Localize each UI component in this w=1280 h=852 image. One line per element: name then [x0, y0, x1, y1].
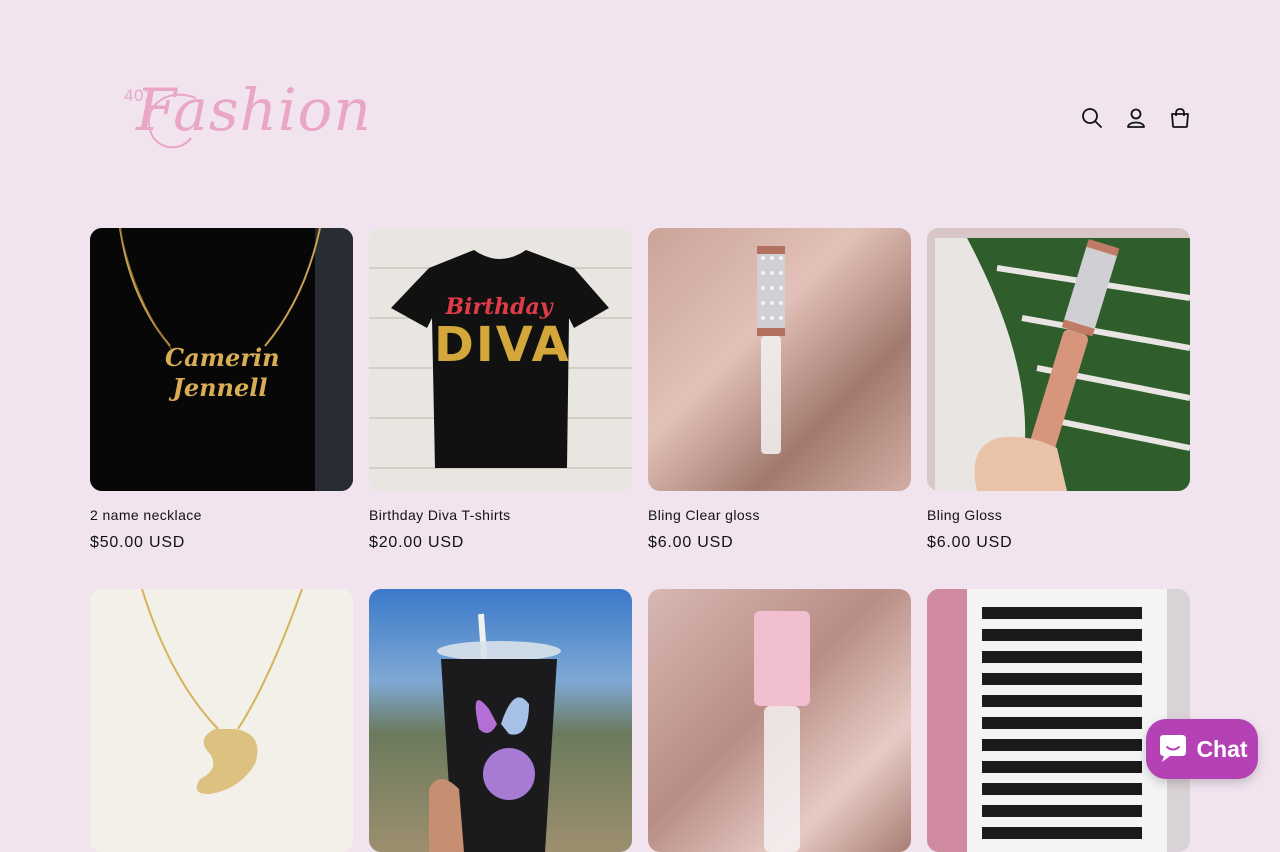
product-card[interactable]: Bling Clear gloss $6.00 USD — [648, 228, 911, 551]
product-title[interactable]: Bling Clear gloss — [648, 507, 760, 523]
product-image[interactable]: Camerin Jennell — [90, 228, 353, 491]
product-title[interactable]: Bling Gloss — [927, 507, 1002, 523]
product-image[interactable] — [90, 589, 353, 852]
site-header: 401 Fashion — [0, 0, 1280, 228]
brand-logo[interactable]: 401 Fashion — [122, 68, 371, 160]
product-card[interactable] — [927, 589, 1190, 852]
product-image[interactable] — [369, 589, 632, 852]
product-image[interactable]: Birthday DIVA — [369, 228, 632, 491]
product-card[interactable]: Camerin Jennell 2 name necklace $50.00 US… — [90, 228, 353, 551]
logo-name: Fashion — [136, 76, 372, 144]
product-title[interactable]: Birthday Diva T-shirts — [369, 507, 511, 523]
shirt-print-bottom: DIVA — [434, 317, 571, 373]
chat-label: Chat — [1196, 735, 1248, 762]
product-title[interactable]: 2 name necklace — [90, 507, 202, 523]
product-image[interactable] — [648, 589, 911, 852]
product-image[interactable] — [648, 228, 911, 491]
search-icon[interactable] — [1076, 104, 1108, 132]
necklace-name-1: Camerin — [165, 343, 280, 372]
chat-button[interactable]: Chat — [1146, 719, 1258, 779]
necklace-name-2: Jennell — [172, 373, 268, 402]
product-image[interactable] — [927, 589, 1190, 852]
product-card[interactable] — [90, 589, 353, 852]
account-icon[interactable] — [1120, 104, 1152, 132]
product-price: $20.00 USD — [369, 534, 465, 551]
product-card[interactable]: Bling Gloss $6.00 USD — [927, 228, 1190, 551]
product-price: $50.00 USD — [90, 534, 186, 551]
product-card[interactable] — [369, 589, 632, 852]
chat-bubble-icon — [1160, 735, 1187, 762]
product-price: $6.00 USD — [648, 534, 734, 551]
product-card[interactable]: Birthday DIVA Birthday Diva T-shirts $20… — [369, 228, 632, 551]
product-price: $6.00 USD — [927, 534, 1013, 551]
cart-icon[interactable] — [1164, 104, 1196, 132]
product-card[interactable] — [648, 589, 911, 852]
product-image[interactable] — [927, 228, 1190, 491]
